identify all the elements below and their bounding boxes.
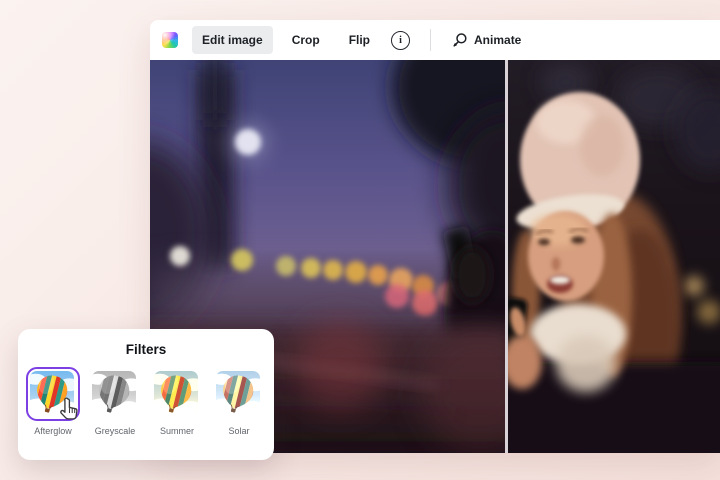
balloon-thumbnail-icon: [154, 371, 198, 415]
filter-thumbnail-greyscale: [88, 367, 142, 421]
filter-label: Summer: [160, 426, 194, 436]
flip-button[interactable]: Flip: [339, 26, 380, 54]
filter-label: Solar: [228, 426, 249, 436]
filter-thumbnail-summer: [150, 367, 204, 421]
info-circle-icon[interactable]: i: [391, 31, 410, 50]
animate-button-label: Animate: [474, 33, 521, 47]
edit-image-button[interactable]: Edit image: [192, 26, 273, 54]
color-wheel-icon[interactable]: [162, 32, 178, 48]
animate-button[interactable]: Animate: [444, 26, 529, 54]
balloon-thumbnail-icon: [92, 371, 136, 415]
filter-thumbnail-solar: [212, 367, 266, 421]
filter-label: Afterglow: [34, 426, 72, 436]
filter-option-greyscale[interactable]: Greyscale: [88, 367, 142, 436]
filters-panel: Filters Afterglow Greyscale Summer: [18, 329, 274, 460]
filter-label: Greyscale: [95, 426, 136, 436]
filters-panel-title: Filters: [18, 329, 274, 357]
page-background: Edit image Crop Flip i Animate: [0, 0, 720, 480]
toolbar-divider: [430, 29, 431, 51]
hand-pointer-cursor: [57, 397, 82, 422]
photo-right-woman-beanie: [508, 60, 720, 453]
balloon-thumbnail-icon: [216, 371, 260, 415]
crop-button[interactable]: Crop: [282, 26, 330, 54]
image-edit-toolbar: Edit image Crop Flip i Animate: [150, 20, 720, 60]
filter-option-summer[interactable]: Summer: [150, 367, 204, 436]
animate-motion-icon: [452, 32, 468, 48]
woman-portrait-illustration: [508, 60, 720, 453]
filter-option-solar[interactable]: Solar: [212, 367, 266, 436]
